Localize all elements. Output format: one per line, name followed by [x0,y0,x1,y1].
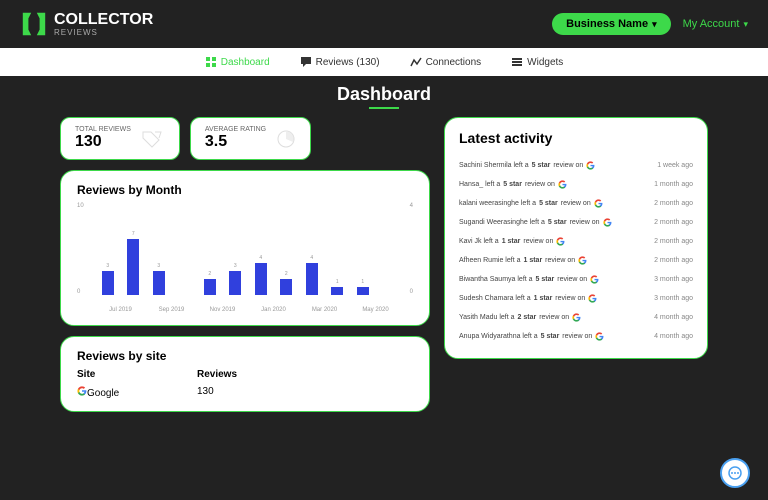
pie-icon [276,129,296,149]
reviews-by-site-card: Reviews by site Site Google Reviews 130 [60,336,430,412]
navbar: Dashboard Reviews (130) Connections Widg… [0,48,768,76]
activity-time: 1 week ago [657,162,693,169]
stat-value: 130 [75,133,131,151]
card-title: Latest activity [459,130,693,146]
nav-label: Widgets [527,57,563,68]
avg-rating-card: AVERAGE RATING 3.5 [190,117,311,160]
activity-text: Biwantha Saumya left a 5 star review on [459,275,654,284]
activity-time: 2 month ago [654,219,693,226]
widgets-icon [511,56,523,68]
site-name: Google [77,386,157,399]
account-label: My Account [683,18,740,30]
chevron-down-icon: ▾ [743,19,748,30]
brand-name: COLLECTOR [54,12,153,28]
reviews-count: 130 [197,386,237,397]
activity-item[interactable]: Anupa Widyarathna left a 5 star review o… [459,327,693,346]
activity-time: 1 month ago [654,181,693,188]
nav-widgets[interactable]: Widgets [511,56,563,68]
bar-chart: 100 40 3732342411 Jul 2019Sep 2019Nov 20… [77,203,413,313]
business-name-button[interactable]: Business Name ▾ [552,13,670,35]
activity-text: Sugandi Weerasinghe left a 5 star review… [459,218,654,227]
total-reviews-card: TOTAL REVIEWS 130 [60,117,180,160]
chevron-down-icon: ▾ [652,19,657,30]
activity-time: 3 month ago [654,276,693,283]
activity-item[interactable]: Hansa_ left a 5 star review on 1 month a… [459,175,693,194]
brand-sub: REVIEWS [54,28,153,37]
activity-text: kalani weerasinghe left a 5 star review … [459,199,654,208]
activity-item[interactable]: Afheen Rumie left a 1 star review on 2 m… [459,251,693,270]
activity-item[interactable]: Biwantha Saumya left a 5 star review on … [459,270,693,289]
activity-time: 4 month ago [654,314,693,321]
activity-text: Sudesh Chamara left a 1 star review on [459,294,654,303]
reviews-header: Reviews [197,369,237,380]
nav-label: Reviews (130) [316,57,380,68]
stat-value: 3.5 [205,133,266,151]
activity-time: 2 month ago [654,200,693,207]
activity-item[interactable]: Sachini Shermila left a 5 star review on… [459,156,693,175]
connections-icon [410,56,422,68]
nav-dashboard[interactable]: Dashboard [205,56,270,68]
my-account-link[interactable]: My Account ▾ [683,18,748,30]
reviews-by-month-card: Reviews by Month 100 40 3732342411 Jul 2… [60,170,430,326]
activity-text: Kavi Jk left a 1 star review on [459,237,654,246]
page-title: Dashboard [60,84,708,105]
activity-item[interactable]: Yasith Madu left a 2 star review on 4 mo… [459,308,693,327]
business-name-label: Business Name [566,18,648,30]
nav-label: Connections [426,57,482,68]
nav-label: Dashboard [221,57,270,68]
activity-text: Hansa_ left a 5 star review on [459,180,654,189]
activity-item[interactable]: Sugandi Weerasinghe left a 5 star review… [459,213,693,232]
activity-text: Anupa Widyarathna left a 5 star review o… [459,332,654,341]
activity-text: Afheen Rumie left a 1 star review on [459,256,654,265]
grid-icon [205,56,217,68]
activity-item[interactable]: Sudesh Chamara left a 1 star review on 3… [459,289,693,308]
tag-icon [141,130,165,148]
activity-text: Yasith Madu left a 2 star review on [459,313,654,322]
chat-button[interactable] [720,458,750,488]
activity-time: 2 month ago [654,238,693,245]
activity-time: 2 month ago [654,257,693,264]
logo-icon [20,10,48,38]
activity-time: 4 month ago [654,333,693,340]
activity-item[interactable]: kalani weerasinghe left a 5 star review … [459,194,693,213]
nav-reviews[interactable]: Reviews (130) [300,56,380,68]
stat-label: TOTAL REVIEWS [75,126,131,133]
comment-icon [300,56,312,68]
card-title: Reviews by site [77,349,413,363]
title-underline [369,107,399,109]
latest-activity-card: Latest activity Sachini Shermila left a … [444,117,708,359]
activity-item[interactable]: Kavi Jk left a 1 star review on 2 month … [459,232,693,251]
logo[interactable]: COLLECTOR REVIEWS [20,10,153,38]
activity-text: Sachini Shermila left a 5 star review on [459,161,657,170]
stat-label: AVERAGE RATING [205,126,266,133]
site-header: Site [77,369,157,380]
chat-icon [727,465,743,481]
nav-connections[interactable]: Connections [410,56,482,68]
activity-time: 3 month ago [654,295,693,302]
card-title: Reviews by Month [77,183,413,197]
